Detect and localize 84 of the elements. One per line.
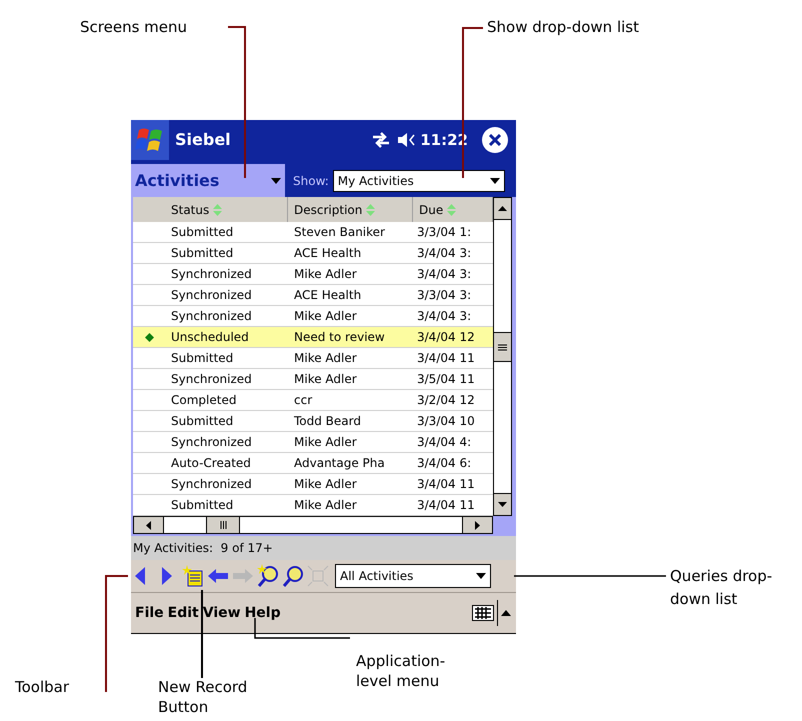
table-cell-text: Need to review (293, 329, 386, 346)
table-cell-text: ccr (293, 392, 314, 409)
table-cell-text: Mike Adler (293, 497, 358, 514)
callout-label: Application-level menu (356, 651, 446, 691)
sort-icon (447, 204, 456, 216)
table-cell-text: 3/3/04 10 (416, 413, 476, 430)
sort-icon (366, 204, 376, 216)
screens-menu[interactable]: Activities (131, 164, 285, 197)
window-title: Siebel (175, 129, 231, 151)
up-caret-icon[interactable] (501, 610, 511, 616)
table-cell-text: 3/4/04 3: (416, 245, 472, 262)
new-record-icon[interactable] (181, 564, 205, 588)
caret-icon (476, 573, 486, 579)
table-cell-text: 3/4/04 3: (416, 308, 472, 325)
table-cell-text: Advantage Pha (293, 455, 386, 472)
table-cell-text: Submitted (170, 497, 234, 514)
right-arrow-icon (475, 520, 480, 530)
table-cell-text: Mike Adler (293, 371, 358, 388)
table-cell-text: 3/3/04 3: (416, 287, 472, 304)
sort-icon (213, 204, 222, 216)
table-cell-text: Mike Adler (293, 308, 358, 325)
callout-label: Toolbar (15, 677, 70, 698)
close-button[interactable] (482, 127, 508, 153)
table-cell-text: Auto-Created (170, 455, 252, 472)
start-button[interactable] (131, 120, 169, 160)
table-row[interactable]: Unscheduled Need to review 3/4/04 12 (133, 327, 493, 348)
table-cell-text: 3/4/04 3: (416, 266, 472, 283)
down-arrow-icon (498, 502, 507, 507)
row-marker-icon (144, 332, 154, 342)
table-cell-text: 3/4/04 6: (416, 455, 472, 472)
menu-item[interactable]: File (133, 602, 166, 624)
table-cell-text: Submitted (170, 224, 234, 241)
table-cell-text: Mike Adler (293, 476, 358, 493)
show-label: Show: (293, 172, 329, 190)
callout-label: Show drop-down list (487, 17, 639, 38)
up-arrow-icon (498, 206, 507, 211)
caret-icon (271, 178, 281, 184)
table-cell-text: ACE Health (293, 287, 362, 304)
magnifier-star-icon[interactable] (256, 564, 280, 588)
table-cell-text: Steven Baniker (293, 224, 386, 241)
caret-icon (490, 178, 500, 184)
table-cell-text: 3/5/04 11 (416, 371, 476, 388)
table-cell-text: 3/4/04 12 (416, 329, 476, 346)
horizontal-scrollbar[interactable] (133, 516, 493, 534)
left-arrow-icon (146, 520, 151, 530)
table-cell-text: 3/4/04 11 (416, 476, 476, 493)
table-cell-text: Mike Adler (293, 434, 358, 451)
windows-flag-icon (135, 126, 165, 154)
menu-item[interactable]: Edit (166, 602, 201, 624)
callout-label: Queries drop-down list (670, 566, 774, 610)
show-dropdown[interactable]: My Activities (332, 170, 505, 192)
table-cell-text: Synchronized (170, 287, 253, 304)
search-icon[interactable] (281, 564, 305, 588)
table-cell-text: ACE Health (293, 245, 362, 262)
table-cell-text: Synchronized (170, 266, 253, 283)
table-cell-text: Synchronized (170, 434, 253, 451)
menu-item[interactable]: View (200, 602, 243, 624)
table-cell-text: Synchronized (170, 308, 253, 325)
grip-icon (220, 521, 226, 529)
table-cell-text: Synchronized (170, 476, 253, 493)
speaker-icon (397, 132, 418, 148)
table-cell-text: 3/4/04 11 (416, 497, 476, 514)
table-cell-text: 3/3/04 1: (416, 224, 472, 241)
queries-dropdown[interactable]: All Activities (335, 564, 491, 588)
table-cell-text: 3/4/04 11 (416, 350, 476, 367)
table-cell-text: Submitted (170, 413, 234, 430)
table-cell-text: Submitted (170, 245, 234, 262)
callout-label: Screens menu (80, 17, 188, 38)
vertical-scrollbar[interactable] (493, 197, 512, 516)
table-cell-text: Mike Adler (293, 350, 358, 367)
grip-icon (498, 344, 507, 350)
table-cell-text: Completed (170, 392, 238, 409)
keyboard-icon[interactable] (472, 605, 494, 621)
table-cell-text: 3/4/04 4: (416, 434, 472, 451)
table-cell-text: Todd Beard (293, 413, 362, 430)
table-cell-text: Submitted (170, 350, 234, 367)
table-cell-text: Mike Adler (293, 266, 358, 283)
connectivity-icon (371, 132, 392, 148)
table-cell-text: 3/2/04 12 (416, 392, 476, 409)
menu-item[interactable]: Help (242, 602, 283, 624)
table-cell-text: Unscheduled (170, 329, 250, 346)
close-icon (489, 134, 501, 146)
table-cell-text: Synchronized (170, 371, 253, 388)
callout-label: New Record Button (158, 677, 248, 717)
